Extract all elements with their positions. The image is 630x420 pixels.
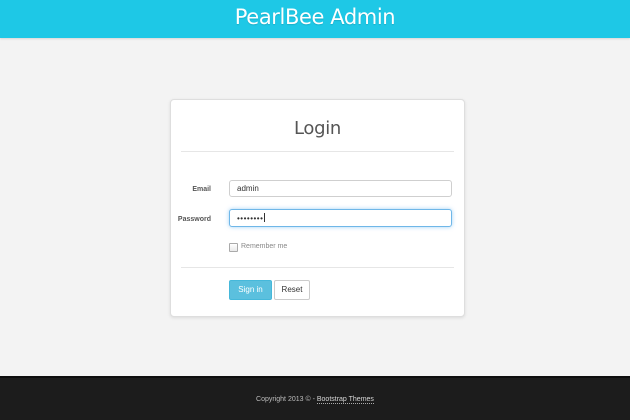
remember-me-label[interactable]: Remember me	[241, 243, 287, 250]
login-panel: Login Email admin Password •••••••• Reme…	[170, 99, 465, 317]
reset-button[interactable]: Reset	[274, 280, 310, 300]
top-navbar: PearlBee Admin	[0, 0, 630, 38]
password-value: ••••••••	[237, 214, 264, 223]
text-cursor	[264, 213, 266, 222]
copyright-text: Copyright 2013 © -	[256, 396, 317, 403]
actions-divider	[181, 267, 454, 268]
email-value: admin	[237, 184, 259, 193]
password-field[interactable]: ••••••••	[229, 209, 452, 227]
email-label: Email	[192, 186, 211, 193]
remember-me-checkbox[interactable]	[229, 243, 238, 252]
sign-in-button[interactable]: Sign in	[229, 280, 272, 300]
brand-title[interactable]: PearlBee Admin	[0, 5, 630, 29]
login-title: Login	[293, 118, 342, 139]
footer: Copyright 2013 © - Bootstrap Themes	[0, 376, 630, 420]
bootstrap-themes-link[interactable]: Bootstrap Themes	[316, 396, 374, 404]
footer-text: Copyright 2013 © - Bootstrap Themes	[0, 396, 630, 404]
email-field[interactable]: admin	[229, 180, 452, 197]
password-label: Password	[177, 216, 211, 223]
title-divider	[181, 151, 454, 152]
